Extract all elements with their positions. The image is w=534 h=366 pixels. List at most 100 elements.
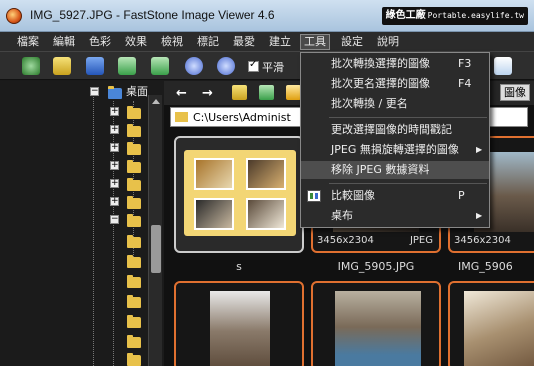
folder-icon[interactable] <box>127 353 141 366</box>
menu-item-label: JPEG 無損旋轉選擇的圖像 <box>331 143 459 156</box>
photo-preview <box>210 291 270 366</box>
thumbnail-card[interactable] <box>448 281 534 366</box>
folder-icon[interactable] <box>127 255 141 268</box>
photo-preview <box>464 291 534 366</box>
menu-tools[interactable]: 工具 <box>300 34 330 50</box>
menu-item-label: 桌布 <box>331 209 353 222</box>
photo-preview <box>335 291 421 366</box>
tools-menu: 批次轉換選擇的圖像 F3 批次更名選擇的圖像 F4 批次轉換 / 更名 更改選擇… <box>300 52 490 228</box>
title-bar: IMG_5927.JPG - FastStone Image Viewer 4.… <box>0 0 534 32</box>
folder-icon[interactable] <box>127 178 141 191</box>
folder-icon[interactable] <box>127 124 141 137</box>
refresh-folder-icon[interactable] <box>259 85 274 100</box>
desktop-icon <box>108 86 122 99</box>
thumbnail-caption: s <box>236 260 242 273</box>
menu-item-label: 批次轉換 / 更名 <box>331 97 408 110</box>
smooth-checkbox[interactable] <box>248 59 259 72</box>
folder-icon[interactable] <box>127 214 141 227</box>
window-title: IMG_5927.JPG - FastStone Image Viewer 4.… <box>30 8 275 22</box>
next-icon[interactable] <box>151 57 169 75</box>
compare-icon <box>307 190 321 202</box>
tree-expander[interactable]: − <box>90 87 99 96</box>
menu-favorites[interactable]: 最愛 <box>230 34 258 50</box>
menu-batch-rename[interactable]: 批次更名選擇的圖像 F4 <box>301 75 489 93</box>
menu-item-label: 批次更名選擇的圖像 <box>331 77 430 90</box>
folder-icon[interactable] <box>127 335 141 348</box>
tree-expander[interactable]: + <box>110 179 119 188</box>
menu-view[interactable]: 檢視 <box>158 34 186 50</box>
tree-expander[interactable]: + <box>110 107 119 116</box>
menu-item-label: 更改選擇圖像的時間戳記 <box>331 123 452 136</box>
path-text: C:\Users\Administ <box>193 111 291 124</box>
folder-tree: − 桌面 + + + + + + − <box>0 81 164 366</box>
menu-batch-convert[interactable]: 批次轉換選擇的圖像 F3 <box>301 55 489 73</box>
folder-icon[interactable] <box>127 160 141 173</box>
previous-icon[interactable] <box>118 57 136 75</box>
menu-color[interactable]: 色彩 <box>86 34 114 50</box>
tree-expander[interactable]: + <box>110 125 119 134</box>
open-folder-icon[interactable] <box>53 57 71 75</box>
tree-item-desktop[interactable]: 桌面 <box>126 83 148 99</box>
mini-photo <box>246 158 286 190</box>
menu-help[interactable]: 說明 <box>374 34 402 50</box>
menu-effects[interactable]: 效果 <box>122 34 150 50</box>
compare-icon[interactable] <box>494 57 512 75</box>
tree-expander[interactable]: + <box>110 143 119 152</box>
folder-icon[interactable] <box>127 315 141 328</box>
zoom-in-icon[interactable] <box>185 57 203 75</box>
scrollbar-thumb[interactable] <box>151 225 161 273</box>
folder-icon[interactable] <box>127 196 141 209</box>
thumbnail-card[interactable] <box>311 281 441 366</box>
image-dimensions: 3456x2304 <box>454 235 511 246</box>
menu-file[interactable]: 檔案 <box>14 34 42 50</box>
scroll-up-icon[interactable] <box>152 99 160 104</box>
menu-settings[interactable]: 設定 <box>338 34 366 50</box>
mini-photo <box>194 158 234 190</box>
mini-photo <box>246 198 286 230</box>
folder-thumbnail <box>184 150 296 236</box>
menu-item-label: 比較圖像 <box>331 189 375 202</box>
menu-separator <box>329 117 487 118</box>
submenu-arrow-icon: ▶ <box>476 145 483 154</box>
menu-batch-convert-rename[interactable]: 批次轉換 / 更名 <box>301 95 489 113</box>
folder-icon[interactable] <box>127 295 141 308</box>
save-icon[interactable] <box>86 57 104 75</box>
thumbnail-caption: IMG_5906 <box>458 260 513 273</box>
favorite-folder-icon[interactable] <box>286 85 301 100</box>
image-format: JPEG <box>409 235 433 246</box>
menu-item-shortcut: F4 <box>458 77 472 90</box>
menu-item-shortcut: F3 <box>458 57 472 70</box>
thumbnail-card[interactable] <box>174 281 304 366</box>
tree-expander[interactable]: − <box>110 215 119 224</box>
forward-arrow-icon[interactable]: → <box>202 86 213 101</box>
back-arrow-icon[interactable]: ← <box>176 86 187 101</box>
folder-icon[interactable] <box>127 106 141 119</box>
tree-scrollbar[interactable] <box>148 95 162 366</box>
menu-compare-images[interactable]: 比較圖像 P <box>301 187 489 205</box>
menu-wallpaper[interactable]: 桌布 ▶ <box>301 207 489 225</box>
folder-icon <box>175 112 188 122</box>
watermark-logo: 綠色工廠 Portable.easylife.tw <box>381 7 528 25</box>
folder-icon[interactable] <box>127 235 141 248</box>
menu-remove-jpeg-metadata[interactable]: 移除 JPEG 數據資料 <box>301 161 489 179</box>
watermark-sub-text: Portable.easylife.tw <box>427 11 524 20</box>
app-icon[interactable] <box>6 8 22 24</box>
zoom-out-icon[interactable] <box>217 57 235 75</box>
menu-create[interactable]: 建立 <box>266 34 294 50</box>
thumbnail-card[interactable] <box>174 136 304 253</box>
tree-line <box>93 91 94 366</box>
tree-line <box>113 101 114 366</box>
menu-jpeg-lossless-rotate[interactable]: JPEG 無損旋轉選擇的圖像 ▶ <box>301 141 489 159</box>
folder-up-icon[interactable] <box>232 85 247 100</box>
tree-expander[interactable]: + <box>110 197 119 206</box>
folder-icon[interactable] <box>127 142 141 155</box>
menu-tag[interactable]: 標記 <box>194 34 222 50</box>
menu-item-label: 批次轉換選擇的圖像 <box>331 57 430 70</box>
refresh-icon[interactable] <box>22 57 40 75</box>
menu-edit[interactable]: 編輯 <box>50 34 78 50</box>
image-view-tab[interactable]: 圖像 <box>500 84 530 101</box>
menu-change-timestamp[interactable]: 更改選擇圖像的時間戳記 <box>301 121 489 139</box>
menu-separator <box>329 183 487 184</box>
tree-expander[interactable]: + <box>110 161 119 170</box>
folder-icon[interactable] <box>127 275 141 288</box>
